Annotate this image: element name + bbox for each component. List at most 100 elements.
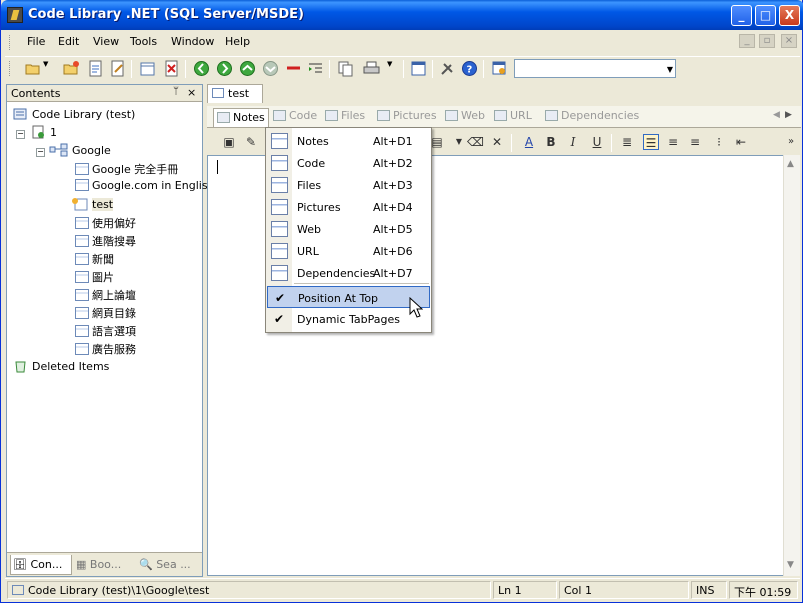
menu-item-dependencies[interactable]: Dependencies Alt+D7 <box>267 262 430 284</box>
bold-icon[interactable]: B <box>543 134 559 150</box>
menu-grip[interactable] <box>9 35 12 50</box>
minimize-button[interactable]: _ <box>731 5 752 26</box>
menu-item-pictures[interactable]: Pictures Alt+D4 <box>267 196 430 218</box>
tab-bookmarks[interactable]: ▦ Boo... <box>74 555 134 575</box>
tab-pictures[interactable]: Pictures <box>377 109 437 125</box>
tab-search[interactable]: 🔍 Sea ... <box>137 555 199 575</box>
tab-url[interactable]: URL <box>494 109 532 125</box>
align-left-icon[interactable]: ☰ <box>643 134 659 150</box>
menu-item-web[interactable]: Web Alt+D5 <box>267 218 430 240</box>
tools-icon[interactable] <box>439 60 456 77</box>
new-item-icon[interactable] <box>139 60 156 77</box>
search-config-icon[interactable] <box>491 60 508 77</box>
edit-document-icon[interactable] <box>109 60 126 77</box>
tab-notes[interactable]: Notes <box>213 108 269 127</box>
app-icon[interactable] <box>7 7 23 23</box>
save-icon[interactable]: ▣ <box>221 134 237 150</box>
forward-icon[interactable] <box>216 60 233 77</box>
mdi-minimize-button[interactable]: _ <box>739 34 755 48</box>
expander-node1[interactable]: − <box>16 130 25 139</box>
remove-icon[interactable] <box>285 60 302 77</box>
menu-window[interactable]: Window <box>171 35 214 48</box>
scroll-left-icon[interactable]: ◀ <box>773 110 780 120</box>
expander-google[interactable]: − <box>36 148 45 157</box>
toolbar-grip[interactable] <box>9 61 12 76</box>
underline-icon[interactable]: U <box>589 134 605 150</box>
document-tab-test[interactable]: test <box>207 84 263 103</box>
tree-deleted-items[interactable]: Deleted Items <box>13 359 109 377</box>
tree-item[interactable]: 網上論壇 <box>75 287 136 305</box>
menu-item-code[interactable]: Code Alt+D2 <box>267 152 430 174</box>
menu-edit[interactable]: Edit <box>58 35 79 48</box>
panel-close-icon[interactable]: × <box>187 86 196 99</box>
tab-label: Sea ... <box>156 558 191 571</box>
copy-icon[interactable] <box>337 60 354 77</box>
tree-item[interactable]: 進階搜尋 <box>75 233 136 251</box>
menu-item-files[interactable]: Files Alt+D3 <box>267 174 430 196</box>
maximize-button[interactable]: □ <box>755 5 776 26</box>
new-folder-icon[interactable] <box>63 60 80 77</box>
mdi-restore-button[interactable]: ▫ <box>759 34 775 48</box>
title-bar[interactable]: Code Library .NET (SQL Server/MSDE) _ □ … <box>1 0 803 30</box>
menu-item-url[interactable]: URL Alt+D6 <box>267 240 430 262</box>
tree-item[interactable]: 語言選項 <box>75 323 136 341</box>
open-icon[interactable]: ✎ <box>243 134 259 150</box>
indent-icon[interactable] <box>307 60 324 77</box>
menu-item-notes[interactable]: Notes Alt+D1 <box>267 130 430 152</box>
help-icon[interactable]: ? <box>461 60 478 77</box>
back-icon[interactable] <box>193 60 210 77</box>
clear-format-icon[interactable]: ⌫ <box>467 134 484 150</box>
menu-tools[interactable]: Tools <box>130 35 157 48</box>
scroll-up-icon[interactable]: ▲ <box>787 159 794 169</box>
tree-item[interactable]: Google 完全手冊 <box>75 161 178 179</box>
menu-file[interactable]: File <box>27 35 45 48</box>
print-icon[interactable] <box>363 60 380 77</box>
font-color-icon[interactable]: A <box>521 134 537 150</box>
tab-contents[interactable]: 🗄 Con... <box>10 555 72 575</box>
checkmark-icon: ✔ <box>275 291 286 305</box>
overflow-icon[interactable]: » <box>783 134 799 150</box>
dropdown-arrow-icon[interactable]: ▼ <box>43 60 60 77</box>
tree-root[interactable]: Code Library (test) <box>13 107 135 125</box>
menu-item-dynamic-tabpages[interactable]: ✔ Dynamic TabPages <box>267 308 430 330</box>
tab-web[interactable]: Web <box>445 109 485 125</box>
pin-icon[interactable]: ᛘ <box>173 86 179 97</box>
editor-scrollbar[interactable]: ▲ ▼ <box>783 155 800 576</box>
tab-code[interactable]: Code <box>273 109 317 125</box>
tree-item[interactable]: 圖片 <box>75 269 114 287</box>
up-icon[interactable] <box>239 60 256 77</box>
window-layout-icon[interactable] <box>410 60 427 77</box>
down-icon[interactable] <box>262 60 279 77</box>
mdi-close-button[interactable]: × <box>781 34 797 48</box>
italic-icon[interactable]: I <box>565 134 581 150</box>
open-folder-icon[interactable] <box>25 60 42 77</box>
tree-node-1[interactable]: 1 <box>31 125 57 143</box>
search-combo[interactable]: ▼ <box>514 59 676 78</box>
delete-icon[interactable]: ✕ <box>489 134 505 150</box>
document-icon[interactable] <box>87 60 104 77</box>
tree-node-google[interactable]: Google <box>49 143 111 161</box>
tree-item[interactable]: 新聞 <box>75 251 114 269</box>
menu-help[interactable]: Help <box>225 35 250 48</box>
paste-dropdown-icon[interactable]: ▼ <box>451 134 467 150</box>
align-center-icon[interactable]: ≡ <box>665 134 681 150</box>
tree-item[interactable]: 廣告服務 <box>75 341 136 359</box>
tree-item[interactable]: Google.com in English <box>75 179 215 197</box>
print-dropdown-icon[interactable]: ▼ <box>387 60 404 77</box>
tab-files[interactable]: Files <box>325 109 365 125</box>
menu-item-position-at-top[interactable]: ✔ Position At Top <box>267 286 430 308</box>
close-button[interactable]: X <box>779 5 800 26</box>
delete-item-icon[interactable] <box>163 60 180 77</box>
justify-icon[interactable]: ≣ <box>619 134 635 150</box>
scroll-down-icon[interactable]: ▼ <box>787 560 794 570</box>
bullet-list-icon[interactable]: ⁝ <box>711 134 727 150</box>
menu-view[interactable]: View <box>93 35 119 48</box>
tab-dependencies[interactable]: Dependencies <box>545 109 639 125</box>
tree-item[interactable]: 使用偏好 <box>75 215 136 233</box>
outdent-icon[interactable]: ⇤ <box>733 134 749 150</box>
tree-item-selected[interactable]: test <box>71 197 114 215</box>
align-right-icon[interactable]: ≡ <box>687 134 703 150</box>
chevron-down-icon[interactable]: ▼ <box>667 65 673 74</box>
tree-item[interactable]: 網頁目錄 <box>75 305 136 323</box>
scroll-right-icon[interactable]: ▶ <box>785 110 792 120</box>
